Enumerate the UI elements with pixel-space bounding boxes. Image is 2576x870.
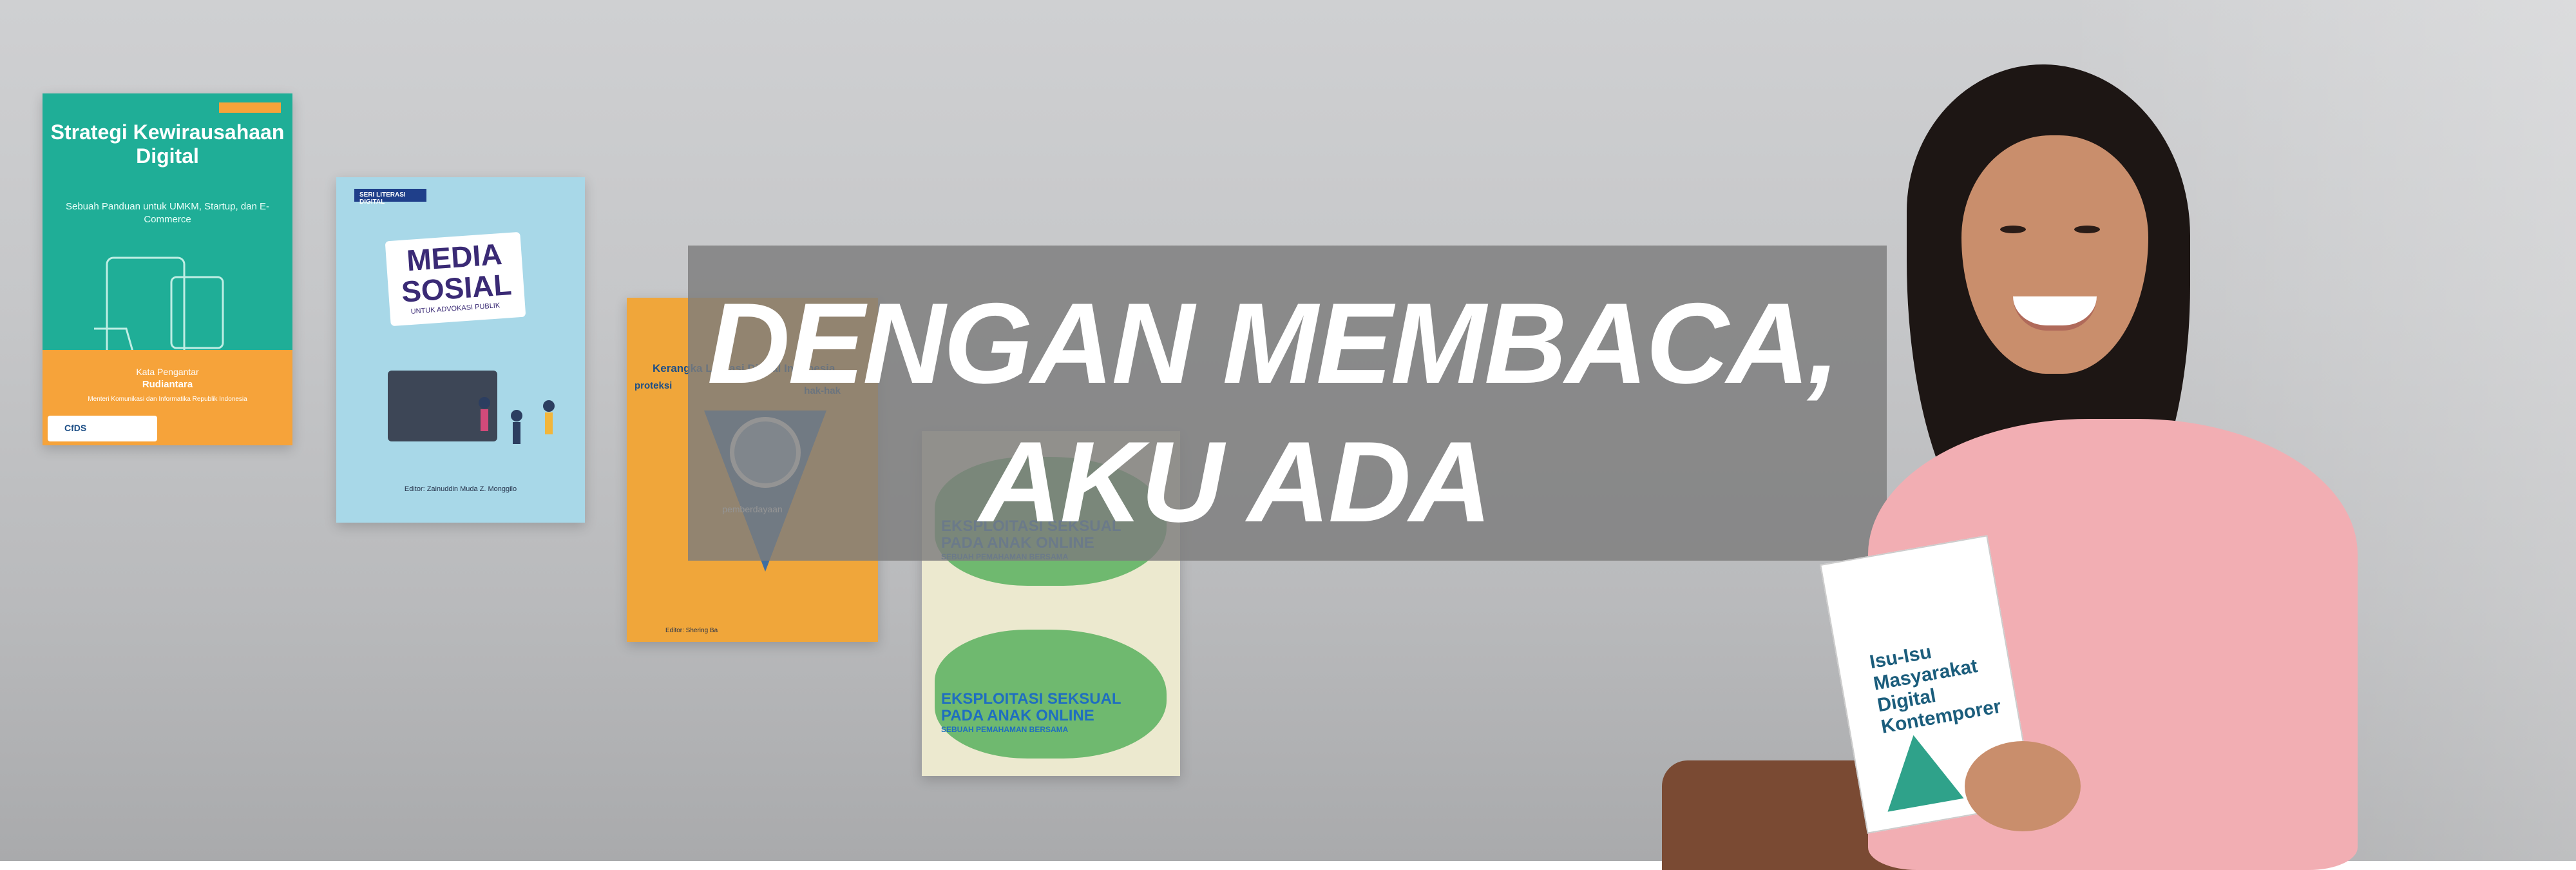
book-subtitle: SEBUAH PEMAHAMAN BERSAMA — [941, 724, 1069, 734]
hand — [1965, 741, 2081, 831]
book-title: MEDIA SOSIAL — [400, 237, 513, 309]
editor-credit: Editor: Shering Ba — [665, 627, 718, 634]
held-book-graphic — [1875, 728, 1964, 812]
book-title-line2: PADA ANAK ONLINE — [941, 706, 1094, 724]
woman-holding-book-photo: Isu-Isu Masyarakat Digital Kontemporer — [1662, 58, 2499, 870]
label-proteksi: proteksi — [634, 380, 673, 391]
publisher-logo: CfDS — [48, 416, 157, 441]
series-tag: SERI LITERASI DIGITAL — [354, 189, 426, 206]
foreword-name: Rudiantara — [142, 379, 193, 390]
book-subtitle: Sebuah Panduan untuk UMKM, Startup, dan … — [65, 201, 270, 225]
book-cover-strategi-kewirausahaan[interactable]: Strategi Kewirausahaan Digital Sebuah Pa… — [43, 93, 292, 445]
right-eye — [2074, 226, 2100, 233]
people-illustration — [479, 397, 555, 444]
book-title-line1: EKSPLOITASI SEKSUAL — [941, 690, 1121, 708]
left-eye — [2000, 226, 2026, 233]
book-title: Strategi Kewirausahaan Digital — [50, 121, 285, 168]
face — [1961, 135, 2148, 374]
cover-bottom-half: EKSPLOITASI SEKSUAL PADA ANAK ONLINE SEB… — [922, 604, 1180, 777]
headline-line-2: AKU ADA — [979, 418, 1492, 546]
editor-credit: Editor: Zainuddin Muda Z. Monggilo — [404, 485, 517, 493]
book-cover-media-sosial[interactable]: SERI LITERASI DIGITAL MEDIA SOSIAL UNTUK… — [336, 177, 585, 523]
foreword-label: Kata Pengantar — [136, 367, 199, 377]
foreword-role: Menteri Komunikasi dan Informatika Repub… — [88, 396, 247, 403]
series-tag — [219, 102, 281, 113]
